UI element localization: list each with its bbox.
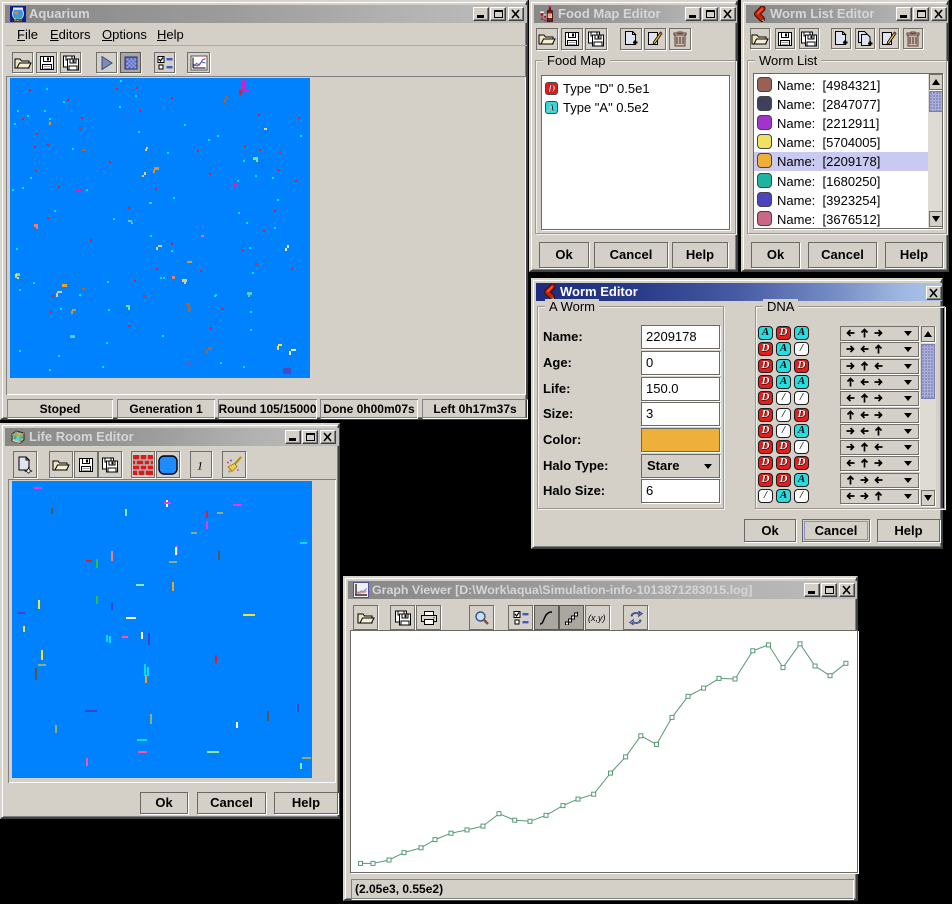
svg-text:A: A xyxy=(547,103,555,114)
svg-text:D: D xyxy=(547,84,555,95)
svg-text:1: 1 xyxy=(197,458,203,472)
svg-text:(x,y): (x,y) xyxy=(588,613,606,623)
